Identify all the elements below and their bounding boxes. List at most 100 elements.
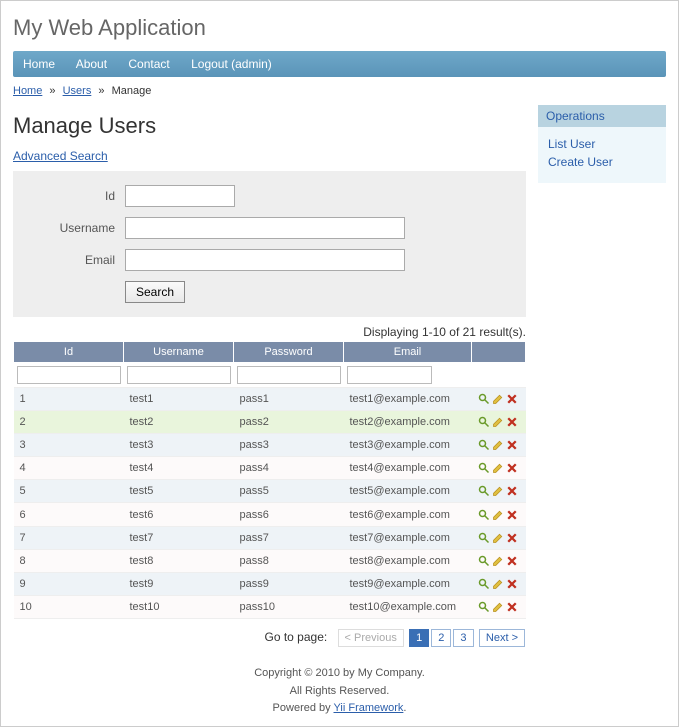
delete-icon[interactable] xyxy=(506,485,518,497)
table-row: 3test3pass3test3@example.com xyxy=(14,434,526,457)
menu-home[interactable]: Home xyxy=(23,57,55,71)
col-username[interactable]: Username xyxy=(124,342,234,363)
cell-email: test6@example.com xyxy=(344,503,472,526)
delete-icon[interactable] xyxy=(506,555,518,567)
breadcrumb-users[interactable]: Users xyxy=(63,85,92,97)
cell-password: pass7 xyxy=(234,526,344,549)
delete-icon[interactable] xyxy=(506,439,518,451)
edit-icon[interactable] xyxy=(492,578,504,590)
edit-icon[interactable] xyxy=(492,532,504,544)
cell-id: 6 xyxy=(14,503,124,526)
filter-password[interactable] xyxy=(237,366,341,384)
cell-username: test1 xyxy=(124,388,234,411)
view-icon[interactable] xyxy=(478,416,490,428)
cell-email: test10@example.com xyxy=(344,595,472,618)
table-row: 10test10pass10test10@example.com xyxy=(14,595,526,618)
breadcrumb-current: Manage xyxy=(112,85,152,97)
operations-title: Operations xyxy=(538,105,666,127)
cell-password: pass1 xyxy=(234,388,344,411)
edit-icon[interactable] xyxy=(492,393,504,405)
edit-icon[interactable] xyxy=(492,485,504,497)
cell-password: pass2 xyxy=(234,411,344,434)
delete-icon[interactable] xyxy=(506,416,518,428)
edit-icon[interactable] xyxy=(492,509,504,521)
footer-framework-link[interactable]: Yii Framework xyxy=(334,702,404,714)
edit-icon[interactable] xyxy=(492,439,504,451)
cell-email: test1@example.com xyxy=(344,388,472,411)
op-list-user[interactable]: List User xyxy=(548,137,656,151)
footer-powered-prefix: Powered by xyxy=(273,702,334,714)
main-menu: Home About Contact Logout (admin) xyxy=(13,51,666,77)
search-username-input[interactable] xyxy=(125,217,405,239)
delete-icon[interactable] xyxy=(506,601,518,613)
breadcrumb: Home » Users » Manage xyxy=(13,85,666,97)
edit-icon[interactable] xyxy=(492,555,504,567)
breadcrumb-home[interactable]: Home xyxy=(13,85,42,97)
delete-icon[interactable] xyxy=(506,578,518,590)
op-create-user[interactable]: Create User xyxy=(548,155,656,169)
view-icon[interactable] xyxy=(478,578,490,590)
cell-username: test5 xyxy=(124,480,234,503)
table-row: 7test7pass7test7@example.com xyxy=(14,526,526,549)
cell-email: test9@example.com xyxy=(344,572,472,595)
view-icon[interactable] xyxy=(478,509,490,521)
cell-username: test2 xyxy=(124,411,234,434)
filter-email[interactable] xyxy=(347,366,432,384)
table-row: 9test9pass9test9@example.com xyxy=(14,572,526,595)
cell-id: 3 xyxy=(14,434,124,457)
cell-email: test4@example.com xyxy=(344,457,472,480)
pager-page[interactable]: 1 xyxy=(409,629,429,647)
delete-icon[interactable] xyxy=(506,532,518,544)
menu-about[interactable]: About xyxy=(76,57,107,71)
cell-password: pass9 xyxy=(234,572,344,595)
view-icon[interactable] xyxy=(478,532,490,544)
footer-rights: All Rights Reserved. xyxy=(13,683,666,701)
table-row: 8test8pass8test8@example.com xyxy=(14,549,526,572)
col-actions xyxy=(472,342,526,363)
footer-copyright: Copyright © 2010 by My Company. xyxy=(13,665,666,683)
view-icon[interactable] xyxy=(478,601,490,613)
cell-username: test9 xyxy=(124,572,234,595)
breadcrumb-sep: » xyxy=(98,85,104,97)
pager-page[interactable]: 3 xyxy=(453,629,473,647)
cell-username: test7 xyxy=(124,526,234,549)
page-title: Manage Users xyxy=(13,113,526,139)
view-icon[interactable] xyxy=(478,393,490,405)
app-title: My Web Application xyxy=(13,15,666,41)
table-row: 2test2pass2test2@example.com xyxy=(14,411,526,434)
cell-password: pass8 xyxy=(234,549,344,572)
delete-icon[interactable] xyxy=(506,462,518,474)
advanced-search-link[interactable]: Advanced Search xyxy=(13,149,108,163)
edit-icon[interactable] xyxy=(492,601,504,613)
filter-id[interactable] xyxy=(17,366,121,384)
table-row: 4test4pass4test4@example.com xyxy=(14,457,526,480)
search-username-label: Username xyxy=(25,221,115,235)
cell-id: 10 xyxy=(14,595,124,618)
menu-contact[interactable]: Contact xyxy=(128,57,169,71)
cell-id: 4 xyxy=(14,457,124,480)
pager-next[interactable]: Next > xyxy=(479,629,525,647)
cell-password: pass6 xyxy=(234,503,344,526)
cell-id: 8 xyxy=(14,549,124,572)
col-password[interactable]: Password xyxy=(234,342,344,363)
cell-id: 5 xyxy=(14,480,124,503)
view-icon[interactable] xyxy=(478,485,490,497)
operations-menu: List User Create User xyxy=(538,127,666,183)
col-email[interactable]: Email xyxy=(344,342,472,363)
cell-email: test2@example.com xyxy=(344,411,472,434)
view-icon[interactable] xyxy=(478,462,490,474)
filter-username[interactable] xyxy=(127,366,231,384)
menu-logout[interactable]: Logout (admin) xyxy=(191,57,272,71)
delete-icon[interactable] xyxy=(506,393,518,405)
search-email-input[interactable] xyxy=(125,249,405,271)
delete-icon[interactable] xyxy=(506,509,518,521)
view-icon[interactable] xyxy=(478,555,490,567)
edit-icon[interactable] xyxy=(492,416,504,428)
search-id-input[interactable] xyxy=(125,185,235,207)
pager-page[interactable]: 2 xyxy=(431,629,451,647)
edit-icon[interactable] xyxy=(492,462,504,474)
view-icon[interactable] xyxy=(478,439,490,451)
search-button[interactable]: Search xyxy=(125,281,185,303)
col-id[interactable]: Id xyxy=(14,342,124,363)
pager-prev[interactable]: < Previous xyxy=(338,629,404,647)
